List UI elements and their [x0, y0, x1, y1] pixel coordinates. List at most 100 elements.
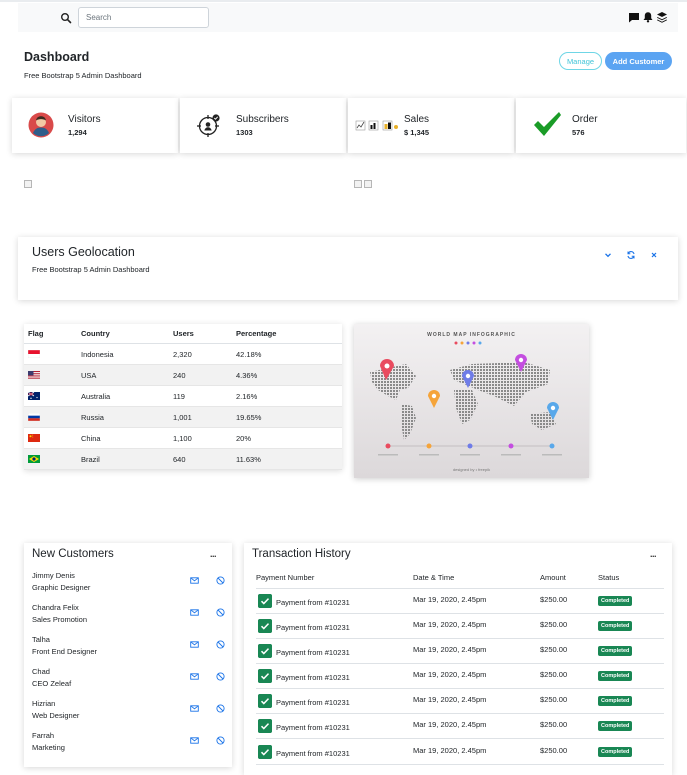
ban-icon[interactable] [216, 672, 225, 681]
transaction-history-card: Transaction History ... Payment Number D… [244, 543, 672, 775]
page-subtitle: Free Bootstrap 5 Admin Dashboard [24, 71, 142, 80]
stat-value: 1,294 [68, 128, 87, 137]
broken-image-icon [364, 180, 372, 188]
payment-cell: Payment from #10231 [276, 598, 350, 607]
amount-cell: $250.00 [540, 645, 568, 654]
stat-card-sales: Sales $ 1,345 [348, 98, 514, 153]
status-badge: Completed [598, 671, 633, 681]
country-cell: Australia [81, 391, 111, 401]
search-input[interactable] [78, 7, 209, 28]
message-icon[interactable] [628, 11, 640, 23]
ban-icon[interactable] [216, 608, 225, 617]
sales-chart-icon [355, 120, 398, 131]
geolocation-title: Users Geolocation [32, 245, 135, 259]
percentage-cell: 19.65% [236, 412, 262, 422]
customer-name: Chad [32, 667, 50, 676]
table-row: USA 240 4.36% [24, 365, 342, 386]
broken-image-icon [354, 180, 362, 188]
geolocation-table: Flag Country Users Percentage Indonesia … [24, 324, 342, 470]
australia-flag-icon [28, 392, 40, 400]
search-icon[interactable] [60, 12, 72, 24]
table-header: Payment Number Date & Time Amount Status [256, 573, 664, 589]
transaction-history-title: Transaction History [252, 548, 351, 560]
customer-name: Hizrian [32, 699, 56, 708]
column-header-percentage: Percentage [236, 329, 277, 338]
indonesia-flag-icon [28, 350, 40, 358]
usa-flag-icon [28, 371, 40, 379]
ban-icon[interactable] [216, 704, 225, 713]
envelope-icon[interactable] [190, 608, 199, 617]
status-badge: Completed [598, 696, 633, 706]
envelope-icon[interactable] [190, 704, 199, 713]
stat-label: Sales [404, 114, 430, 125]
envelope-icon[interactable] [190, 576, 199, 585]
ban-icon[interactable] [216, 640, 225, 649]
brazil-flag-icon [28, 455, 40, 463]
table-row: Payment from #10231 Mar 19, 2020, 2.45pm… [256, 639, 664, 664]
close-icon[interactable] [649, 250, 659, 260]
amount-cell: $250.00 [540, 620, 568, 629]
country-cell: Russia [81, 412, 104, 422]
column-header-status: Status [598, 573, 620, 582]
stat-label: Subscribers [236, 114, 289, 125]
check-icon [258, 694, 272, 708]
percentage-cell: 42.18% [236, 349, 262, 359]
manage-button[interactable]: Manage [559, 52, 602, 70]
payment-cell: Payment from #10231 [276, 673, 350, 682]
more-options-button[interactable]: ... [650, 549, 657, 559]
envelope-icon[interactable] [190, 736, 199, 745]
customer-name: Chandra Felix [32, 603, 79, 612]
check-icon [258, 745, 272, 759]
bell-icon[interactable] [642, 11, 654, 23]
checkmark-icon [534, 112, 561, 136]
customer-role: Front End Designer [32, 647, 98, 656]
payment-cell: Payment from #10231 [276, 749, 350, 758]
table-row: Payment from #10231 Mar 19, 2020, 2.45pm… [256, 664, 664, 689]
refresh-icon[interactable] [626, 250, 636, 260]
list-item: Talha Front End Designer [32, 635, 225, 665]
ban-icon[interactable] [216, 736, 225, 745]
table-row: China 1,100 20% [24, 428, 342, 449]
stat-card-subscribers: Subscribers 1303 [180, 98, 346, 153]
column-header-amount: Amount [540, 573, 566, 582]
world-map-graphic [370, 341, 562, 456]
date-cell: Mar 19, 2020, 2.45pm [413, 720, 487, 729]
customer-role: CEO Zeleaf [32, 679, 72, 688]
table-row: Brazil 640 11.63% [24, 449, 342, 470]
stat-value: 1303 [236, 128, 253, 137]
table-header: Flag Country Users Percentage [24, 324, 342, 344]
russia-flag-icon [28, 413, 40, 421]
date-cell: Mar 19, 2020, 2.45pm [413, 595, 487, 604]
more-options-button[interactable]: ... [210, 549, 217, 559]
envelope-icon[interactable] [190, 672, 199, 681]
check-icon [258, 594, 272, 608]
map-infographic-title: WORLD MAP INFOGRAPHIC [427, 332, 516, 338]
users-cell: 2,320 [173, 349, 192, 359]
country-cell: USA [81, 370, 97, 380]
layers-icon[interactable] [656, 11, 668, 23]
percentage-cell: 20% [236, 433, 252, 443]
amount-cell: $250.00 [540, 595, 568, 604]
visitor-avatar-icon [28, 112, 54, 138]
new-customers-title: New Customers [32, 548, 114, 560]
ban-icon[interactable] [216, 576, 225, 585]
customer-role: Graphic Designer [32, 583, 91, 592]
table-row: Payment from #10231 Mar 19, 2020, 2.45pm… [256, 740, 664, 765]
status-badge: Completed [598, 596, 633, 606]
stat-value: 576 [572, 128, 585, 137]
stat-card-visitors: Visitors 1,294 [12, 98, 178, 153]
column-header-country: Country [81, 329, 110, 338]
add-customer-button[interactable]: Add Customer [605, 52, 672, 70]
users-cell: 240 [173, 370, 186, 380]
list-item: Farrah Marketing [32, 731, 225, 761]
collapse-chevron-icon[interactable] [603, 250, 613, 260]
customer-role: Web Designer [32, 711, 80, 720]
customer-role: Marketing [32, 743, 65, 752]
country-cell: Brazil [81, 454, 100, 464]
column-header-date-time: Date & Time [413, 573, 455, 582]
date-cell: Mar 19, 2020, 2.45pm [413, 746, 487, 755]
top-border [0, 0, 687, 2]
check-icon [258, 719, 272, 733]
percentage-cell: 2.16% [236, 391, 258, 401]
envelope-icon[interactable] [190, 640, 199, 649]
